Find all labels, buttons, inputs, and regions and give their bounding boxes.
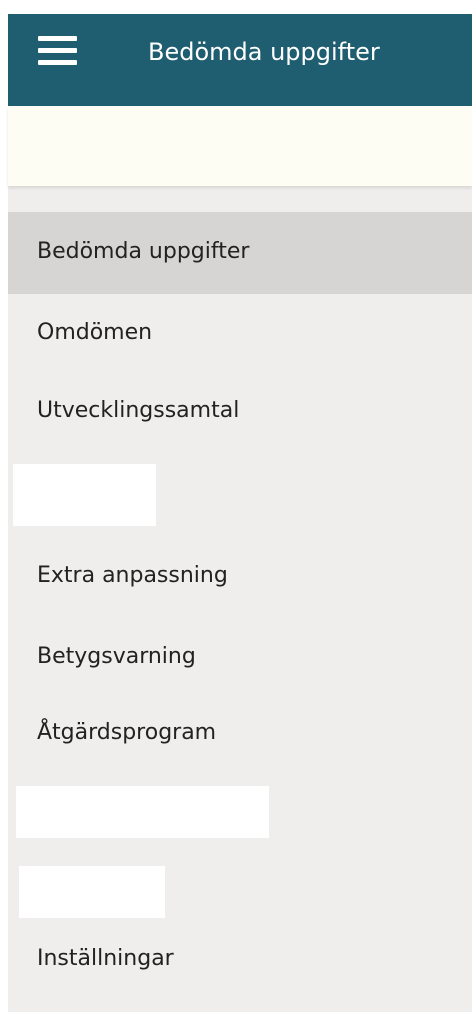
nav-item-label: Extra anpassning xyxy=(37,563,228,588)
redacted-nav-item xyxy=(19,866,165,918)
nav-item-label: Betygsvarning xyxy=(37,644,196,669)
menu-bar-middle xyxy=(38,48,77,53)
sub-header-bar xyxy=(8,106,472,186)
nav-item-label: Inställningar xyxy=(37,946,174,971)
nav-item-label: Utvecklingssamtal xyxy=(37,398,240,423)
nav-item-label: Omdömen xyxy=(37,320,153,345)
nav-item-betygsvarning[interactable]: Betygsvarning xyxy=(8,622,472,702)
redacted-nav-item xyxy=(13,464,156,526)
nav-item-label: Bedömda uppgifter xyxy=(37,239,250,264)
nav-item-utvecklingssamtal[interactable]: Utvecklingssamtal xyxy=(8,374,472,454)
nav-item-omdomen[interactable]: Omdömen xyxy=(8,294,472,374)
nav-item-bedomda-uppgifter[interactable]: Bedömda uppgifter xyxy=(8,212,472,294)
nav-item-installningar[interactable]: Inställningar xyxy=(8,922,472,1002)
nav-item-label: Åtgärdsprogram xyxy=(37,720,217,745)
nav-item-extra-anpassning[interactable]: Extra anpassning xyxy=(8,542,472,622)
app-drawer: Bedömda uppgifter Bedömda uppgifter Omdö… xyxy=(8,14,472,1012)
menu-bar-top xyxy=(38,36,77,41)
page-title: Bedömda uppgifter xyxy=(148,38,380,66)
nav-item-atgardsprogram[interactable]: Åtgärdsprogram xyxy=(8,702,472,782)
redacted-nav-item xyxy=(16,786,269,838)
hamburger-menu-icon[interactable] xyxy=(32,30,82,76)
app-header: Bedömda uppgifter xyxy=(8,14,472,106)
menu-bar-bottom xyxy=(38,60,77,65)
